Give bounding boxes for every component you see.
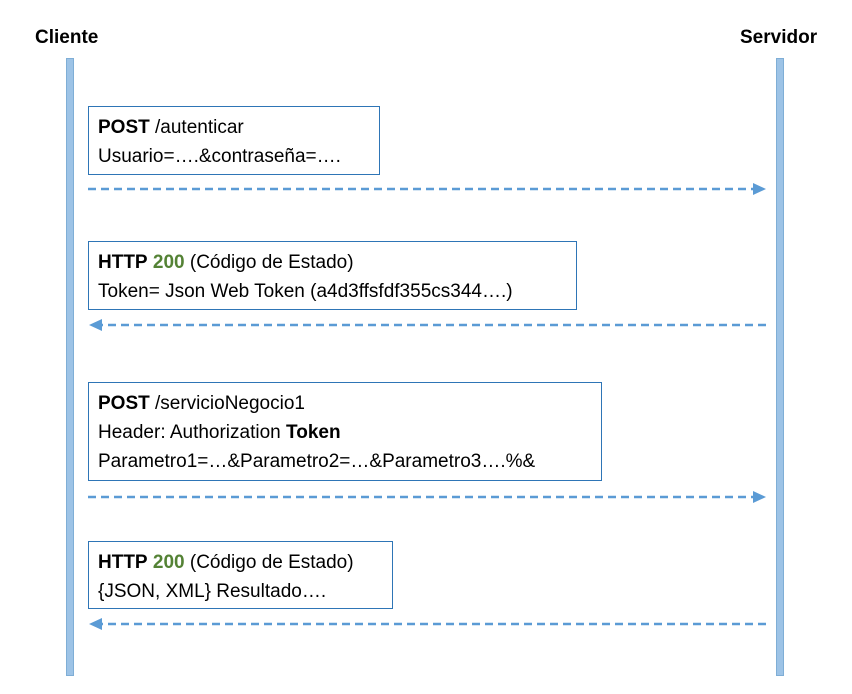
status-description: (Código de Estado) [184, 252, 354, 273]
message-line: HTTP 200 (Código de Estado) [98, 248, 566, 277]
message-box-token-response: HTTP 200 (Código de Estado) Token= Json … [88, 241, 577, 310]
arrow-2-response-token [89, 319, 766, 331]
message-box-auth-request: POST /autenticar Usuario=….&contraseña=…… [88, 106, 380, 175]
protocol-label: HTTP [98, 552, 148, 573]
message-line: POST /servicioNegocio1 [98, 389, 591, 418]
http-method: POST [98, 393, 150, 414]
header-token: Token [286, 422, 341, 443]
request-parameters: Parametro1=…&Parametro2=…&Parametro3….%& [98, 451, 536, 472]
arrow-3-request-service [88, 491, 766, 503]
http-method: POST [98, 117, 150, 138]
arrow-1-request-auth [88, 183, 766, 195]
response-token: Token= Json Web Token (a4d3ffsfdf355cs34… [98, 281, 513, 302]
request-body: Usuario=….&contraseña=…. [98, 146, 341, 167]
message-box-service-request: POST /servicioNegocio1 Header: Authoriza… [88, 382, 602, 481]
status-code: 200 [152, 252, 185, 273]
protocol-label: HTTP [98, 252, 148, 273]
endpoint-path: /servicioNegocio1 [149, 393, 305, 414]
header-prefix: Header: Authorization [98, 422, 281, 443]
response-result: {JSON, XML} Resultado…. [98, 581, 327, 602]
message-line: POST /autenticar [98, 113, 369, 142]
endpoint-path: /autenticar [149, 117, 244, 138]
message-box-result-response: HTTP 200 (Código de Estado) {JSON, XML} … [88, 541, 393, 609]
header-line: Header: Authorization Token [98, 418, 591, 447]
status-code: 200 [152, 552, 185, 573]
message-line: HTTP 200 (Código de Estado) [98, 548, 382, 577]
status-description: (Código de Estado) [184, 552, 354, 573]
arrow-4-response-result [89, 618, 766, 630]
